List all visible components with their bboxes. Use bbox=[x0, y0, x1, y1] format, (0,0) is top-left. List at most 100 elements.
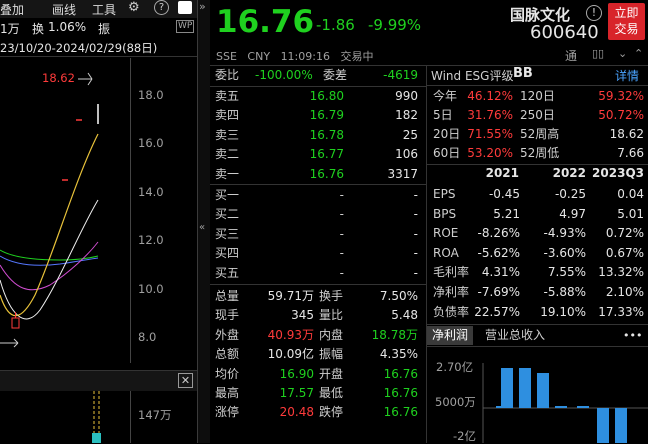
tab-revenue[interactable]: 营业总收入 bbox=[485, 326, 545, 345]
stat-row: 最高 17.57 最低 16.76 bbox=[210, 384, 426, 403]
perf-label: 120日 bbox=[520, 89, 555, 103]
close-icon[interactable]: ✕ bbox=[178, 373, 193, 388]
bid-level[interactable]: 买三 - - bbox=[210, 225, 426, 244]
collapse-strip[interactable]: » « bbox=[198, 0, 210, 443]
stat-amplitude-label: 振 bbox=[98, 22, 111, 36]
bid-level-price: - bbox=[339, 226, 344, 241]
bid-level-price: - bbox=[339, 265, 344, 280]
fin-value: -3.60% bbox=[543, 245, 586, 260]
bid-level-volume: - bbox=[413, 207, 418, 222]
ma-line-yellow bbox=[0, 133, 99, 317]
menu-overlay[interactable]: 叠加 bbox=[0, 1, 24, 18]
tab-net-profit[interactable]: 净利润 bbox=[427, 326, 474, 345]
trading-status: 交易中 bbox=[340, 50, 374, 63]
chevron-down-icon[interactable]: ⌄ bbox=[618, 47, 627, 60]
stat-row: 总量 59.71万 换手 7.50% bbox=[210, 287, 426, 306]
year-col: 2023Q3 bbox=[592, 166, 644, 180]
stat-label: 总额 bbox=[215, 347, 240, 362]
fin-value: 4.31% bbox=[481, 265, 520, 280]
divider bbox=[427, 346, 648, 347]
metric-tabs: 净利润 营业总收入 ••• bbox=[427, 326, 648, 346]
stat-label: 振幅 bbox=[319, 347, 344, 362]
ask-level[interactable]: 卖二 16.77 106 bbox=[210, 145, 426, 164]
order-diff: -4619 bbox=[383, 68, 418, 82]
stat-value: 16.76 bbox=[383, 405, 418, 420]
fin-row: 负债率 22.57% 19.10% 17.33% bbox=[427, 303, 648, 322]
trade-now-button[interactable]: 立即 交易 bbox=[608, 3, 645, 40]
fin-row: ROA -5.62% -3.60% 0.67% bbox=[427, 244, 648, 263]
perf-value: 31.76% bbox=[467, 108, 513, 122]
ask-level[interactable]: 卖三 16.78 25 bbox=[210, 126, 426, 145]
stat-value: 18.78万 bbox=[371, 327, 418, 342]
price-tick: 8.0 bbox=[138, 330, 157, 344]
chevron-double-right-icon[interactable]: » bbox=[199, 0, 206, 13]
menu-tools[interactable]: 工具 bbox=[92, 1, 116, 18]
perf-label: 5日 bbox=[433, 108, 453, 122]
more-icon[interactable]: ••• bbox=[623, 326, 642, 345]
bid-level[interactable]: 买五 - - bbox=[210, 264, 426, 283]
chevron-up-icon[interactable]: ⌃ bbox=[634, 47, 643, 60]
bid-level[interactable]: 买一 - - bbox=[210, 186, 426, 205]
bid-level-label: 买五 bbox=[215, 265, 240, 280]
stat-value: 20.48 bbox=[279, 405, 314, 420]
volume-axis-line bbox=[130, 391, 131, 443]
split-view-icon[interactable]: ▯▯ bbox=[592, 47, 604, 60]
fin-label: 毛利率 bbox=[433, 265, 470, 280]
stat-label: 总量 bbox=[215, 289, 240, 303]
stat-value: 5.48 bbox=[391, 308, 418, 323]
profit-bar bbox=[555, 406, 567, 408]
price-change-pct: -9.99% bbox=[368, 16, 422, 34]
ask-level[interactable]: 卖一 16.76 3317 bbox=[210, 165, 426, 184]
fin-value: 0.72% bbox=[605, 226, 644, 241]
perf-row: 60日 53.20% 52周低 7.66 bbox=[427, 144, 648, 163]
help-icon[interactable]: ? bbox=[154, 0, 169, 15]
kline-chart[interactable] bbox=[0, 60, 130, 360]
price-tick: 10.0 bbox=[138, 282, 164, 296]
price-tick: 14.0 bbox=[138, 185, 164, 199]
bid-level-label: 买一 bbox=[215, 188, 240, 202]
info-icon[interactable]: ! bbox=[586, 5, 602, 21]
bid-level[interactable]: 买二 - - bbox=[210, 205, 426, 224]
chevron-double-left-icon[interactable]: « bbox=[199, 222, 205, 233]
detail-link[interactable]: 详情 bbox=[615, 67, 639, 84]
ask-level-label: 卖五 bbox=[215, 89, 240, 103]
volume-header: ✕ bbox=[0, 370, 197, 391]
perf-value: 50.72% bbox=[598, 108, 644, 122]
quote-meta: SSE CNY 11:09:16 交易中 bbox=[216, 48, 373, 64]
fin-row: ROE -8.26% -4.93% 0.72% bbox=[427, 224, 648, 243]
menu-draw[interactable]: 画线 bbox=[52, 1, 76, 18]
wp-badge[interactable]: WP bbox=[176, 20, 195, 33]
fin-label: 净利率 bbox=[433, 285, 470, 299]
stat-value: 40.93万 bbox=[267, 327, 314, 342]
price-axis-line bbox=[130, 58, 131, 363]
stat-label: 跌停 bbox=[319, 405, 344, 420]
chart-stats: 1万 换 1.06% 振 WP bbox=[0, 18, 197, 38]
stock-connect-badge[interactable]: 通 bbox=[565, 47, 577, 64]
bid-level-price: - bbox=[339, 246, 344, 261]
ask-level-volume: 25 bbox=[402, 127, 418, 142]
kline-panel[interactable]: 叠加 画线 工具 ⚙ ? 1万 换 1.06% 振 WP 23/10/20-20… bbox=[0, 0, 197, 443]
stat-label: 均价 bbox=[215, 366, 240, 381]
date-range-bar: 23/10/20-2024/02/29(88日) bbox=[0, 38, 197, 57]
fin-value: -0.25 bbox=[554, 187, 586, 201]
stat-value: 10.09亿 bbox=[267, 347, 314, 362]
ask-level-label: 卖三 bbox=[215, 127, 240, 142]
profit-axis-label: 2.70亿 bbox=[436, 360, 474, 374]
perf-label: 20日 bbox=[433, 127, 461, 141]
ask-level[interactable]: 卖五 16.80 990 bbox=[210, 87, 426, 106]
ask-level[interactable]: 卖四 16.79 182 bbox=[210, 106, 426, 125]
perf-label: 52周高 bbox=[520, 127, 560, 141]
ask-level-price: 16.79 bbox=[309, 108, 344, 123]
bid-level[interactable]: 买四 - - bbox=[210, 244, 426, 263]
chart-toolbar: 叠加 画线 工具 ⚙ ? bbox=[0, 0, 197, 18]
divider bbox=[210, 184, 426, 185]
stat-value: 17.57 bbox=[279, 386, 314, 400]
perf-row: 20日 71.55% 52周高 18.62 bbox=[427, 125, 648, 144]
perf-value: 71.55% bbox=[467, 127, 513, 141]
ask-level-price: 16.77 bbox=[309, 147, 344, 162]
restore-icon[interactable] bbox=[178, 1, 192, 14]
profit-bar bbox=[615, 408, 627, 443]
gear-icon[interactable]: ⚙ bbox=[128, 0, 140, 15]
fin-value: -0.45 bbox=[488, 187, 520, 201]
fin-value: 22.57% bbox=[474, 304, 520, 319]
